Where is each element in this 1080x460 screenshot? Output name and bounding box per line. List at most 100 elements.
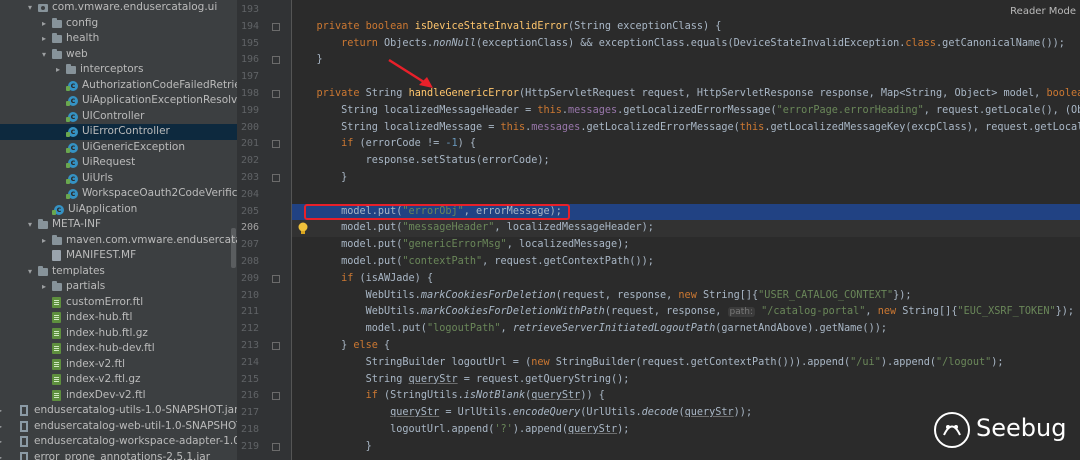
code-line[interactable]: return Objects.nonNull(exceptionClass) &… [292,36,1080,53]
tree-item[interactable]: ▸ error_prone_annotations-2.5.1.jar [0,450,237,460]
tree-item[interactable]: UiApplication [0,202,237,217]
tree-item-label: error_prone_annotations-2.5.1.jar [34,450,211,460]
tree-item[interactable]: UiErrorController [0,124,237,140]
code-line[interactable]: String localizedMessage = this.messages.… [292,120,1080,137]
fold-end-icon[interactable] [272,342,280,350]
tree-item[interactable]: index-v2.ftl [0,357,237,373]
fold-end-icon[interactable] [272,90,280,98]
fold-start-icon[interactable] [272,392,280,401]
code-line[interactable]: model.put("contextPath", request.getCont… [292,254,1080,271]
tree-item[interactable]: ▸ config [0,16,237,32]
tree-item[interactable]: UiGenericException [0,140,237,155]
ftl-file-icon [52,374,61,385]
tree-item[interactable]: UiUrls [0,171,237,186]
fold-end-icon[interactable] [272,56,280,65]
ftl-file-icon [52,327,61,339]
tree-item-label: WorkspaceOauth2CodeVerificat [82,187,237,199]
fold-start-icon[interactable] [272,22,280,31]
lightbulb-icon[interactable] [297,222,309,236]
tree-item[interactable]: ▸ health [0,31,237,47]
tree-item-label: index-hub.ftl.gz [66,326,148,339]
code-line[interactable]: WebUtils.markCookiesForDeletionWithPath(… [292,304,1080,321]
tree-item-label: UiApplicationExceptionResolver [82,94,237,106]
code-editor[interactable]: } logoutUrl.append('?').append(queryStr)… [292,0,1080,460]
tree-item[interactable]: UIController [0,109,237,124]
tree-item[interactable]: ▸ partials [0,279,237,295]
code-line[interactable]: WebUtils.markCookiesForDeletion(request,… [292,288,1080,305]
chevron-down-icon[interactable]: ▾ [26,0,34,16]
tree-item[interactable]: index-v2.ftl.gz [0,372,237,388]
tree-item[interactable]: customError.ftl [0,295,237,311]
tree-item-label: UiRequest [82,156,136,168]
chevron-right-icon[interactable]: ▸ [0,450,4,460]
tree-item[interactable]: UiRequest [0,155,237,171]
chevron-right-icon[interactable]: ▸ [54,62,62,78]
code-line[interactable]: if (errorCode != -1) { [292,136,1080,153]
code-line[interactable]: StringBuilder logoutUrl = (new StringBui… [292,355,1080,372]
annotation-red-box [304,204,570,220]
fold-start-icon[interactable] [272,140,280,149]
chevron-down-icon[interactable]: ▾ [26,264,34,280]
tree-item[interactable]: index-hub-dev.ftl [0,341,237,357]
chevron-right-icon[interactable]: ▸ [40,233,48,249]
chevron-down-icon[interactable]: ▾ [26,217,34,233]
tree-item[interactable]: AuthorizationCodeFailedRetriev [0,78,237,93]
code-line[interactable]: model.put("logoutPath", retrieveServerIn… [292,321,1080,338]
tree-item[interactable]: ▸ endusercatalog-utils-1.0-SNAPSHOT.jar [0,403,237,419]
code-line[interactable]: private boolean isDeviceStateInvalidErro… [292,19,1080,36]
code-line[interactable]: model.put("messageHeader", localizedMess… [292,220,1080,238]
jar-icon [20,451,28,460]
code-line[interactable]: String localizedMessageHeader = this.mes… [292,103,1080,120]
tree-item[interactable]: ▾ templates [0,264,237,280]
tree-item[interactable]: ▾ web [0,47,237,63]
tree-item-label: AuthorizationCodeFailedRetriev [82,78,237,91]
tree-item-label: maven.com.vmware.endusercatalo [66,233,237,246]
chevron-down-icon[interactable]: ▾ [40,47,48,63]
line-number: 209 [240,272,259,284]
chevron-right-icon[interactable]: ▸ [40,31,48,47]
line-number: 211 [240,306,259,318]
tree-item[interactable]: UiApplicationExceptionResolver [0,93,237,109]
fold-end-icon[interactable] [272,174,280,182]
tree-item-label: index-hub.ftl [66,311,133,323]
tree-item-label: indexDev-v2.ftl [66,388,146,401]
tree-item[interactable]: ▾ META-INF [0,217,237,233]
tree-item[interactable]: index-hub.ftl [0,310,237,326]
tree-item[interactable]: ▸ endusercatalog-web-util-1.0-SNAPSHOT. [0,419,237,435]
line-number: 203 [240,172,259,183]
class-icon [66,140,78,155]
tree-item[interactable]: WorkspaceOauth2CodeVerificat [0,186,237,202]
chevron-right-icon[interactable]: ▸ [40,279,48,295]
tree-item[interactable]: indexDev-v2.ftl [0,388,237,404]
tree-item[interactable]: ▸ endusercatalog-workspace-adapter-1.0-S [0,434,237,450]
code-line[interactable]: if (isAWJade) { [292,271,1080,288]
jar-icon [20,420,28,432]
code-line[interactable]: model.put("genericErrorMsg", localizedMe… [292,237,1080,254]
code-line[interactable]: } [292,170,1080,187]
tree-item-label: UiErrorController [82,125,170,137]
folder-icon [52,17,62,28]
code-line[interactable]: } else { [292,338,1080,355]
code-line[interactable]: String queryStr = request.getQueryString… [292,372,1080,389]
tree-item-label: endusercatalog-web-util-1.0-SNAPSHOT. [34,419,237,432]
code-line[interactable] [292,2,1080,19]
tree-item[interactable]: index-hub.ftl.gz [0,326,237,342]
chevron-right-icon[interactable]: ▸ [0,403,4,419]
chevron-right-icon[interactable]: ▸ [40,16,48,32]
fold-end-icon[interactable] [272,274,280,283]
tree-item[interactable]: ▾ com.vmware.endusercatalog.ui [0,0,237,16]
code-line[interactable]: if (StringUtils.isNotBlank(queryStr)) { [292,388,1080,405]
chevron-right-icon[interactable]: ▸ [0,419,4,435]
tree-item-label: UiGenericException [82,140,185,153]
fold-end-icon[interactable] [272,442,280,451]
tree-item[interactable]: MANIFEST.MF [0,248,237,264]
jar-icon [20,436,28,447]
chevron-right-icon[interactable]: ▸ [0,434,4,450]
tree-item-label: config [66,16,99,29]
line-number: 214 [240,356,259,368]
code-line[interactable]: response.setStatus(errorCode); [292,153,1080,170]
tree-item[interactable]: ▸ maven.com.vmware.endusercatalo [0,233,237,249]
tree-item[interactable]: ▸ interceptors [0,62,237,78]
code-line[interactable] [292,187,1080,204]
reader-mode-button[interactable]: Reader Mode [1010,6,1076,17]
